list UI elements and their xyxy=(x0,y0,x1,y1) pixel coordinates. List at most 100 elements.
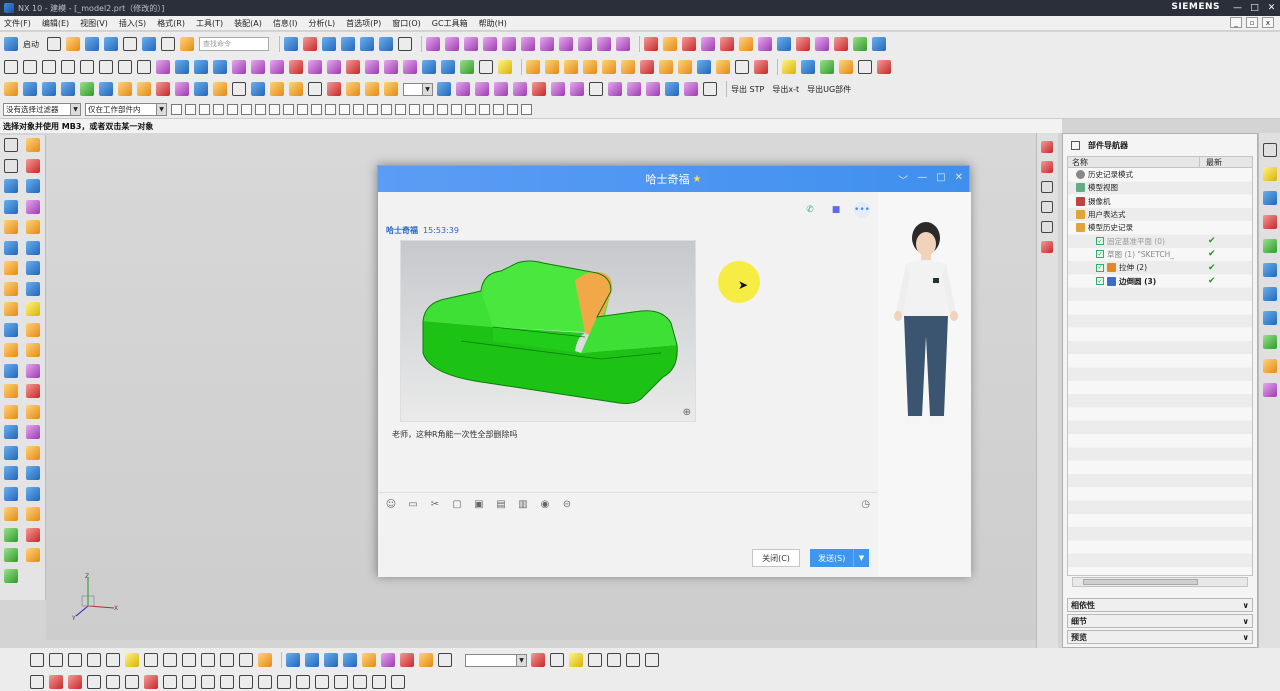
filter-icon-21[interactable] xyxy=(451,103,462,115)
select-icon[interactable] xyxy=(284,37,298,51)
zoom-image-icon[interactable]: ⊕ xyxy=(683,407,691,418)
bottom2-icon-8[interactable] xyxy=(163,674,177,689)
filter-icon-11[interactable] xyxy=(311,103,322,115)
palette-icon-22[interactable] xyxy=(26,343,40,358)
edit-curve-icon-2[interactable] xyxy=(251,60,265,74)
palette-icon-18[interactable] xyxy=(26,302,40,317)
cut-icon[interactable] xyxy=(123,37,137,51)
bottom-icon-26[interactable] xyxy=(588,653,602,667)
surface-icon-11[interactable] xyxy=(834,37,848,51)
new-file-icon[interactable] xyxy=(47,37,61,51)
polygon-icon[interactable] xyxy=(137,60,151,74)
text-curve-icon[interactable] xyxy=(194,60,208,74)
bottom2-icon-1[interactable] xyxy=(30,674,44,689)
surface-icon-12[interactable] xyxy=(853,37,867,51)
feature-icon-4[interactable] xyxy=(583,60,597,74)
edit-curve-icon-3[interactable] xyxy=(270,60,284,74)
bottom-icon-5[interactable] xyxy=(106,653,120,667)
view-front-icon[interactable] xyxy=(341,37,355,51)
navigator-hscrollbar[interactable] xyxy=(1072,577,1248,587)
video-call-icon[interactable]: ■ xyxy=(828,202,844,218)
open-file-icon[interactable] xyxy=(66,37,80,51)
filter-icon-7[interactable] xyxy=(255,103,266,115)
edit-curve-icon-13[interactable] xyxy=(460,60,474,74)
web-browser-icon[interactable] xyxy=(1263,287,1277,301)
trim-icon[interactable] xyxy=(445,37,459,51)
palette-icon-6[interactable] xyxy=(26,179,40,194)
bottom2-icon-6[interactable] xyxy=(125,674,139,689)
minimize-button[interactable]: — xyxy=(1229,0,1246,16)
analysis-icon[interactable] xyxy=(877,60,891,74)
close-button[interactable]: ✕ xyxy=(1263,0,1280,16)
bottom-icon-13[interactable] xyxy=(258,653,272,667)
selection-scope-combo[interactable]: 仅在工作部件内 ▼ xyxy=(85,102,167,116)
edit-curve-icon-9[interactable] xyxy=(384,60,398,74)
palette-icon-42[interactable] xyxy=(26,548,40,563)
sketch-icon-12[interactable] xyxy=(213,82,227,96)
palette-icon-41[interactable] xyxy=(4,548,18,563)
feature-icon-7[interactable] xyxy=(640,60,654,74)
sketch-icon-1[interactable] xyxy=(4,82,18,96)
process-studio-icon[interactable] xyxy=(1263,359,1277,373)
bottom-icon-22[interactable] xyxy=(438,653,452,667)
sketch-icon-16[interactable] xyxy=(289,82,303,96)
palette-icon-30[interactable] xyxy=(26,425,40,440)
palette-icon-33[interactable] xyxy=(4,466,18,481)
palette-icon-11[interactable] xyxy=(4,240,18,255)
surface-icon-10[interactable] xyxy=(815,37,829,51)
palette-icon-24[interactable] xyxy=(26,363,40,378)
filter-icon-13[interactable] xyxy=(339,103,350,115)
filter-icon-23[interactable] xyxy=(479,103,490,115)
sketch-icon-28[interactable] xyxy=(551,82,565,96)
filter-icon-18[interactable] xyxy=(409,103,420,115)
feature-checkbox[interactable]: ✓ xyxy=(1096,263,1104,272)
export-ug-part-button[interactable]: 导出UG部件 xyxy=(807,84,851,95)
bottom2-icon-2[interactable] xyxy=(49,674,63,689)
screen-icon[interactable]: ▤ xyxy=(494,499,508,510)
save-as-icon[interactable] xyxy=(104,37,118,51)
sketch-icon-27[interactable] xyxy=(532,82,546,96)
bottom2-icon-5[interactable] xyxy=(106,674,120,689)
shaded-icon[interactable] xyxy=(322,37,336,51)
feature-icon-12[interactable] xyxy=(735,60,749,74)
join-curve-icon[interactable] xyxy=(578,37,592,51)
bottom-icon-9[interactable] xyxy=(182,653,196,667)
surface-icon-8[interactable] xyxy=(777,37,791,51)
dependencies-panel[interactable]: 相依性 ∨ xyxy=(1067,598,1253,612)
bottom2-icon-19[interactable] xyxy=(372,674,386,689)
edit-curve-icon-1[interactable] xyxy=(232,60,246,74)
send-options-chevron-icon[interactable]: ▼ xyxy=(853,549,869,567)
intersect-curve-icon[interactable] xyxy=(616,37,630,51)
palette-icon-20[interactable] xyxy=(26,322,40,337)
settings-gear-icon[interactable] xyxy=(1263,143,1277,157)
navigator-toggle-icon[interactable] xyxy=(1071,140,1080,150)
tree-node[interactable]: ✓ 拉伸 (2) ✔ xyxy=(1068,261,1252,274)
sketch-icon-25[interactable] xyxy=(494,82,508,96)
bottom-icon-4[interactable] xyxy=(87,653,101,667)
palette-icon-8[interactable] xyxy=(26,199,40,214)
more-tools-icon[interactable]: ⊝ xyxy=(560,499,574,510)
light-icon[interactable] xyxy=(782,60,796,74)
bottom-icon-21[interactable] xyxy=(419,653,433,667)
chat-close-icon[interactable]: ✕ xyxy=(955,172,963,187)
menu-insert[interactable]: 插入(S) xyxy=(119,18,146,29)
sketch-icon-35[interactable] xyxy=(684,82,698,96)
feature-icon-9[interactable] xyxy=(678,60,692,74)
gif-icon[interactable]: ▭ xyxy=(406,499,420,510)
doc-restore-icon[interactable]: ▫ xyxy=(1246,17,1258,28)
bottom2-icon-17[interactable] xyxy=(334,674,348,689)
filter-icon-9[interactable] xyxy=(283,103,294,115)
column-name[interactable]: 名称 xyxy=(1068,156,1200,168)
nav-back-icon[interactable] xyxy=(1041,161,1053,173)
palette-icon-16[interactable] xyxy=(26,281,40,296)
tree-node[interactable]: ✓ 边倒圆 (3) ✔ xyxy=(1068,274,1252,287)
bottom-icon-15[interactable] xyxy=(305,653,319,667)
bottom-icon-28[interactable] xyxy=(626,653,640,667)
sketch-icon-21[interactable] xyxy=(384,82,398,96)
filter-icon-12[interactable] xyxy=(325,103,336,115)
arc-icon[interactable] xyxy=(80,60,94,74)
feature-icon-6[interactable] xyxy=(621,60,635,74)
feature-icon-10[interactable] xyxy=(697,60,711,74)
palette-icon-19[interactable] xyxy=(4,322,18,337)
tree-node[interactable]: 摄像机 xyxy=(1068,195,1252,208)
